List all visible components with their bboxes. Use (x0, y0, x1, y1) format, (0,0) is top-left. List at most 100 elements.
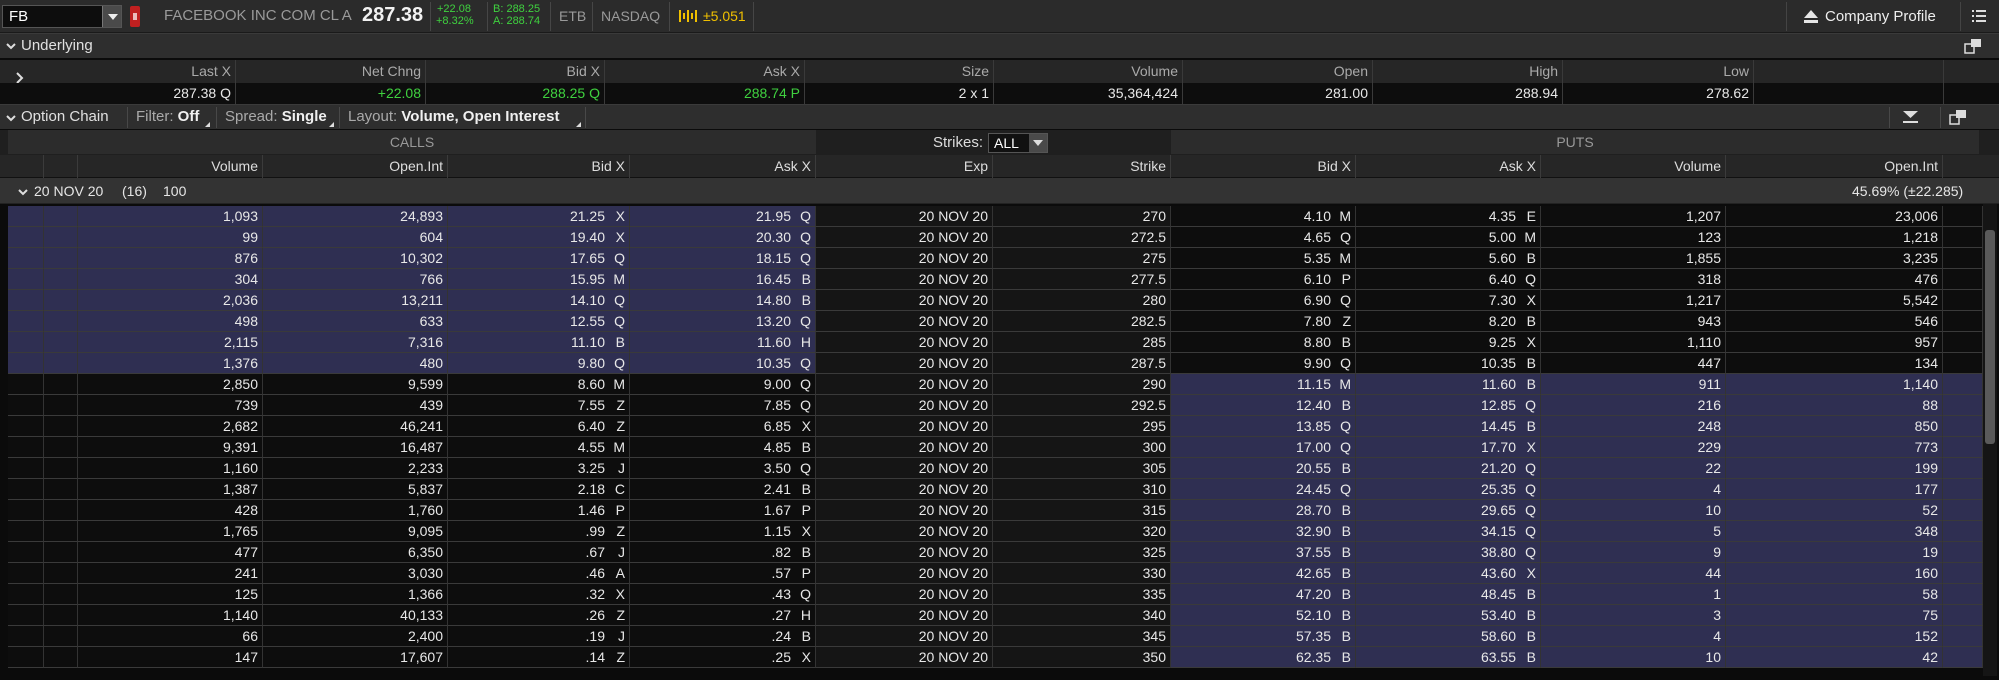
put-bid-cell[interactable]: Q 4.65 (1171, 227, 1356, 248)
put-open-interest-cell[interactable]: 546 (1726, 311, 1943, 332)
call-open-interest-cell[interactable]: 13,211 (263, 290, 448, 311)
call-open-interest-cell[interactable]: 633 (263, 311, 448, 332)
put-ask-cell[interactable]: E 4.35 (1356, 206, 1541, 227)
put-volume-cell[interactable]: 10 (1541, 647, 1726, 668)
option-chain-row[interactable]: 125 1,366 X .32 Q .43 20 NOV 20 335 B 47.20 B 48.45… (0, 584, 1983, 605)
call-bid-cell[interactable]: Q 9.80 (448, 353, 630, 374)
put-volume-cell[interactable]: 248 (1541, 416, 1726, 437)
chevron-down-icon[interactable] (1029, 134, 1047, 152)
put-ask-cell[interactable]: X 7.30 (1356, 290, 1541, 311)
put-open-interest-cell[interactable]: 850 (1726, 416, 1943, 437)
put-open-interest-cell[interactable]: 348 (1726, 521, 1943, 542)
expiration-cell[interactable]: 20 NOV 20 (816, 458, 993, 479)
call-ask-cell[interactable]: H 11.60 (630, 332, 816, 353)
put-ask-cell[interactable]: X 43.60 (1356, 563, 1541, 584)
option-chain-row[interactable]: 2,850 9,599 M 8.60 Q 9.00 20 NOV 20 290 M 11.15 B 1… (0, 374, 1983, 395)
col-low[interactable]: Low (1563, 60, 1754, 83)
col-volume[interactable]: Volume (994, 60, 1183, 83)
col-put-bid[interactable]: Bid X (1171, 155, 1356, 178)
option-chain-row[interactable]: 147 17,607 Z .14 X .25 20 NOV 20 350 B 62.35 B 63.5… (0, 647, 1983, 668)
call-ask-cell[interactable]: Q 20.30 (630, 227, 816, 248)
call-volume-cell[interactable]: 9,391 (78, 437, 263, 458)
put-open-interest-cell[interactable]: 52 (1726, 500, 1943, 521)
option-chain-row[interactable]: 241 3,030 A .46 P .57 20 NOV 20 330 B 42.65 X 43.60… (0, 563, 1983, 584)
call-bid-cell[interactable]: J .19 (448, 626, 630, 647)
col-bid-x[interactable]: Bid X (426, 60, 605, 83)
put-ask-cell[interactable]: B 58.60 (1356, 626, 1541, 647)
call-ask-cell[interactable]: P 1.67 (630, 500, 816, 521)
strike-cell[interactable]: 310 (993, 479, 1171, 500)
put-volume-cell[interactable]: 10 (1541, 500, 1726, 521)
strike-cell[interactable]: 330 (993, 563, 1171, 584)
expiration-cell[interactable]: 20 NOV 20 (816, 647, 993, 668)
put-volume-cell[interactable]: 1,110 (1541, 332, 1726, 353)
put-bid-cell[interactable]: Q 24.45 (1171, 479, 1356, 500)
call-bid-cell[interactable]: Z 7.55 (448, 395, 630, 416)
put-volume-cell[interactable]: 4 (1541, 479, 1726, 500)
strike-cell[interactable]: 320 (993, 521, 1171, 542)
option-chain-row[interactable]: 498 633 Q 12.55 Q 13.20 20 NOV 20 282.5 Z 7.80 B 8.… (0, 311, 1983, 332)
put-open-interest-cell[interactable]: 23,006 (1726, 206, 1943, 227)
call-bid-cell[interactable]: Q 14.10 (448, 290, 630, 311)
call-open-interest-cell[interactable]: 7,316 (263, 332, 448, 353)
put-ask-cell[interactable]: Q 6.40 (1356, 269, 1541, 290)
chevron-down-icon[interactable] (18, 187, 28, 197)
expiration-series-row[interactable]: 20 NOV 20 (16) 100 45.69% (±22.285) (0, 178, 1999, 204)
call-ask-cell[interactable]: X 6.85 (630, 416, 816, 437)
expiration-cell[interactable]: 20 NOV 20 (816, 626, 993, 647)
col-size[interactable]: Size (805, 60, 994, 83)
expiration-cell[interactable]: 20 NOV 20 (816, 563, 993, 584)
put-ask-cell[interactable]: M 5.00 (1356, 227, 1541, 248)
call-open-interest-cell[interactable]: 2,233 (263, 458, 448, 479)
col-last-x[interactable]: Last X (48, 60, 236, 83)
option-chain-row[interactable]: 99 604 X 19.40 Q 20.30 20 NOV 20 272.5 Q 4.65 M 5.0… (0, 227, 1983, 248)
call-ask-cell[interactable]: Q 21.95 (630, 206, 816, 227)
option-chain-row[interactable]: 1,765 9,095 Z .99 X 1.15 20 NOV 20 320 B 32.90 Q 34… (0, 521, 1983, 542)
call-ask-cell[interactable]: Q 10.35 (630, 353, 816, 374)
detach-icon[interactable] (1949, 109, 1967, 125)
call-open-interest-cell[interactable]: 604 (263, 227, 448, 248)
expiration-cell[interactable]: 20 NOV 20 (816, 605, 993, 626)
put-open-interest-cell[interactable]: 58 (1726, 584, 1943, 605)
put-ask-cell[interactable]: Q 25.35 (1356, 479, 1541, 500)
call-bid-cell[interactable]: A .46 (448, 563, 630, 584)
call-ask-cell[interactable]: B 16.45 (630, 269, 816, 290)
expiration-cell[interactable]: 20 NOV 20 (816, 521, 993, 542)
call-ask-cell[interactable]: Q .43 (630, 584, 816, 605)
strike-cell[interactable]: 325 (993, 542, 1171, 563)
col-put-open-int[interactable]: Open.Int (1726, 155, 1943, 178)
collapse-all-icon[interactable] (1903, 111, 1918, 124)
col-call-volume[interactable]: Volume (78, 155, 263, 178)
expiration-cell[interactable]: 20 NOV 20 (816, 479, 993, 500)
put-volume-cell[interactable]: 22 (1541, 458, 1726, 479)
call-ask-cell[interactable]: Q 3.50 (630, 458, 816, 479)
strike-cell[interactable]: 315 (993, 500, 1171, 521)
call-volume-cell[interactable]: 1,376 (78, 353, 263, 374)
call-open-interest-cell[interactable]: 1,366 (263, 584, 448, 605)
call-volume-cell[interactable]: 1,387 (78, 479, 263, 500)
option-chain-row[interactable]: 9,391 16,487 M 4.55 B 4.85 20 NOV 20 300 Q 17.00 X… (0, 437, 1983, 458)
put-open-interest-cell[interactable]: 5,542 (1726, 290, 1943, 311)
call-open-interest-cell[interactable]: 40,133 (263, 605, 448, 626)
put-ask-cell[interactable]: B 11.60 (1356, 374, 1541, 395)
call-open-interest-cell[interactable]: 24,893 (263, 206, 448, 227)
put-volume-cell[interactable]: 4 (1541, 626, 1726, 647)
chevron-down-icon[interactable] (6, 113, 16, 123)
call-open-interest-cell[interactable]: 766 (263, 269, 448, 290)
call-open-interest-cell[interactable]: 439 (263, 395, 448, 416)
put-open-interest-cell[interactable]: 1,218 (1726, 227, 1943, 248)
col-exp[interactable]: Exp (816, 155, 993, 178)
put-open-interest-cell[interactable]: 88 (1726, 395, 1943, 416)
put-volume-cell[interactable]: 5 (1541, 521, 1726, 542)
col-call-bid[interactable]: Bid X (448, 155, 630, 178)
expiration-cell[interactable]: 20 NOV 20 (816, 353, 993, 374)
put-volume-cell[interactable]: 1,217 (1541, 290, 1726, 311)
put-bid-cell[interactable]: M 4.10 (1171, 206, 1356, 227)
put-bid-cell[interactable]: B 52.10 (1171, 605, 1356, 626)
put-open-interest-cell[interactable]: 75 (1726, 605, 1943, 626)
put-open-interest-cell[interactable]: 177 (1726, 479, 1943, 500)
scrollbar-thumb[interactable] (1985, 230, 1995, 444)
strike-cell[interactable]: 295 (993, 416, 1171, 437)
put-open-interest-cell[interactable]: 134 (1726, 353, 1943, 374)
put-bid-cell[interactable]: B 32.90 (1171, 521, 1356, 542)
